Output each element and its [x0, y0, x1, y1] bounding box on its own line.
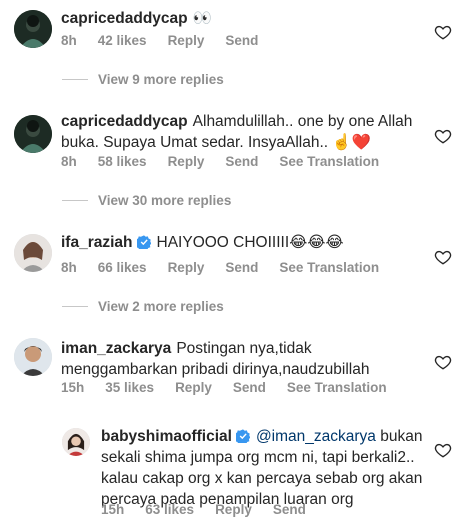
view-more-replies[interactable]: View 9 more replies — [62, 72, 224, 87]
comment-likes[interactable]: 58 likes — [98, 154, 147, 169]
view-replies-label[interactable]: View 9 more replies — [98, 72, 224, 87]
comment-meta: 8h 42 likes Reply Send — [61, 33, 279, 48]
like-heart-icon[interactable] — [434, 23, 452, 41]
reply-button[interactable]: Reply — [168, 33, 205, 48]
comment-likes[interactable]: 42 likes — [98, 33, 147, 48]
comment-meta: 15h 35 likes Reply Send See Translation — [61, 380, 408, 395]
like-heart-icon[interactable] — [434, 127, 452, 145]
comment-body-line2: sekali shima jumpa org mcm ni, tapi berk… — [101, 449, 415, 466]
comment-text: capricedaddycap 👀 — [61, 8, 212, 29]
avatar[interactable] — [14, 10, 52, 48]
comment-body: Postingan nya,tidak — [176, 340, 312, 357]
comment-likes[interactable]: 35 likes — [105, 380, 154, 395]
comment-body-line2: menggambarkan pribadi dirinya,naudzubill… — [61, 361, 370, 378]
avatar[interactable] — [14, 338, 52, 376]
divider — [62, 306, 88, 307]
comment-username[interactable]: ifa_raziah — [61, 234, 133, 251]
comment-body: bukan — [380, 428, 423, 445]
send-button[interactable]: Send — [225, 260, 258, 275]
comment-body: HAIYOOO CHOIIIII😂😂😂 — [156, 234, 344, 251]
comment-time: 15h — [101, 502, 125, 517]
divider — [62, 79, 88, 80]
comment-username[interactable]: capricedaddycap — [61, 113, 188, 130]
reply-button[interactable]: Reply — [175, 380, 212, 395]
comment-body-line3: kalau cakap org x kan percaya sebab org … — [101, 470, 423, 487]
comment-likes[interactable]: 63 likes — [145, 502, 194, 517]
view-replies-label[interactable]: View 2 more replies — [98, 299, 224, 314]
send-button[interactable]: Send — [233, 380, 266, 395]
verified-badge-icon — [235, 429, 250, 443]
comment-time: 8h — [61, 33, 77, 48]
comment-body-line2: buka. Supaya Umat sedar. InsyaAllah.. ☝️… — [61, 134, 371, 151]
comment-meta: 15h 63 likes Reply Send — [101, 502, 327, 517]
see-translation-button[interactable]: See Translation — [287, 380, 387, 395]
comment-time: 8h — [61, 154, 77, 169]
comment-text: capricedaddycap Alhamdulillah.. one by on… — [61, 111, 412, 132]
like-heart-icon[interactable] — [434, 353, 452, 371]
reply-button[interactable]: Reply — [168, 260, 205, 275]
view-more-replies[interactable]: View 30 more replies — [62, 193, 231, 208]
like-heart-icon[interactable] — [434, 441, 452, 459]
comment-username[interactable]: capricedaddycap — [61, 10, 188, 27]
comment-body: 👀 — [192, 10, 212, 27]
comment-text: iman_zackarya Postingan nya,tidak — [61, 338, 312, 359]
reply-button[interactable]: Reply — [215, 502, 252, 517]
comment-likes[interactable]: 66 likes — [98, 260, 147, 275]
comment-meta: 8h 66 likes Reply Send See Translation — [61, 260, 400, 275]
comment-text: babyshimaofficial @iman_zackarya bukan — [101, 426, 422, 447]
comment-username[interactable]: iman_zackarya — [61, 340, 171, 357]
view-more-replies[interactable]: View 2 more replies — [62, 299, 224, 314]
like-heart-icon[interactable] — [434, 248, 452, 266]
comment-meta: 8h 58 likes Reply Send See Translation — [61, 154, 400, 169]
comment-body: Alhamdulillah.. one by one Allah — [192, 113, 413, 130]
reply-button[interactable]: Reply — [168, 154, 205, 169]
mention-link[interactable]: @iman_zackarya — [256, 428, 376, 445]
see-translation-button[interactable]: See Translation — [279, 260, 379, 275]
send-button[interactable]: Send — [225, 154, 258, 169]
avatar[interactable] — [14, 234, 52, 272]
comment-username[interactable]: babyshimaofficial — [101, 428, 232, 445]
avatar[interactable] — [62, 428, 90, 456]
send-button[interactable]: Send — [273, 502, 306, 517]
comment-time: 15h — [61, 380, 85, 395]
comment-text: ifa_raziah HAIYOOO CHOIIIII😂😂😂 — [61, 232, 343, 253]
avatar[interactable] — [14, 115, 52, 153]
comment-time: 8h — [61, 260, 77, 275]
divider — [62, 200, 88, 201]
verified-badge-icon — [136, 235, 151, 249]
see-translation-button[interactable]: See Translation — [279, 154, 379, 169]
view-replies-label[interactable]: View 30 more replies — [98, 193, 231, 208]
send-button[interactable]: Send — [225, 33, 258, 48]
